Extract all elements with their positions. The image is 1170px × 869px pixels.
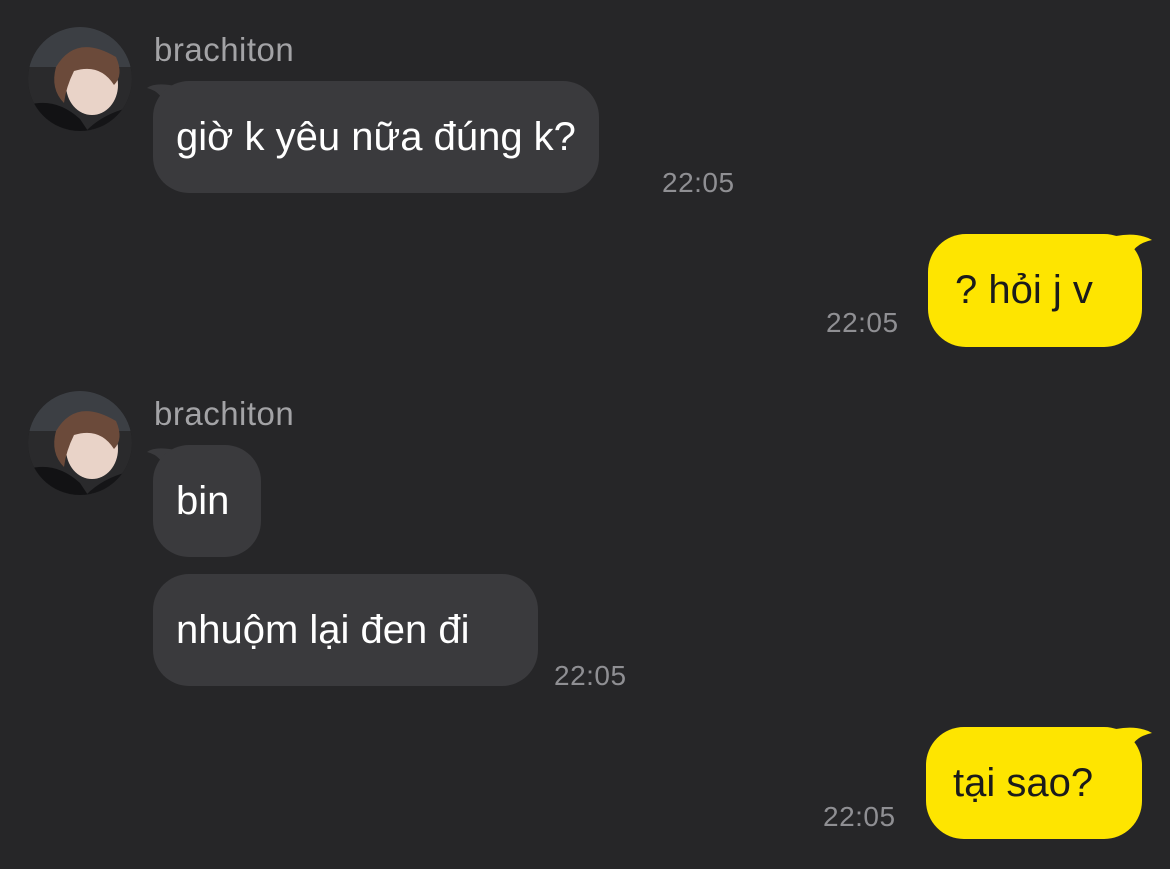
sender-name[interactable]: brachiton	[154, 394, 294, 434]
message-bubble-incoming[interactable]: giờ k yêu nữa đúng k?	[153, 81, 599, 193]
message-timestamp: 22:05	[823, 801, 896, 832]
avatar[interactable]	[28, 27, 132, 131]
message-bubble-incoming[interactable]: bin	[153, 445, 261, 557]
message-bubble-outgoing[interactable]: ? hỏi j v	[928, 234, 1142, 347]
message-timestamp: 22:05	[826, 307, 899, 338]
avatar-photo-icon	[28, 391, 132, 495]
message-timestamp: 22:05	[554, 660, 627, 691]
avatar[interactable]	[28, 391, 132, 495]
message-timestamp: 22:05	[662, 167, 735, 198]
sender-name[interactable]: brachiton	[154, 30, 294, 70]
avatar-photo-icon	[28, 27, 132, 131]
message-bubble-outgoing[interactable]: tại sao?	[926, 727, 1142, 839]
message-bubble-incoming[interactable]: nhuộm lại đen đi	[153, 574, 538, 686]
